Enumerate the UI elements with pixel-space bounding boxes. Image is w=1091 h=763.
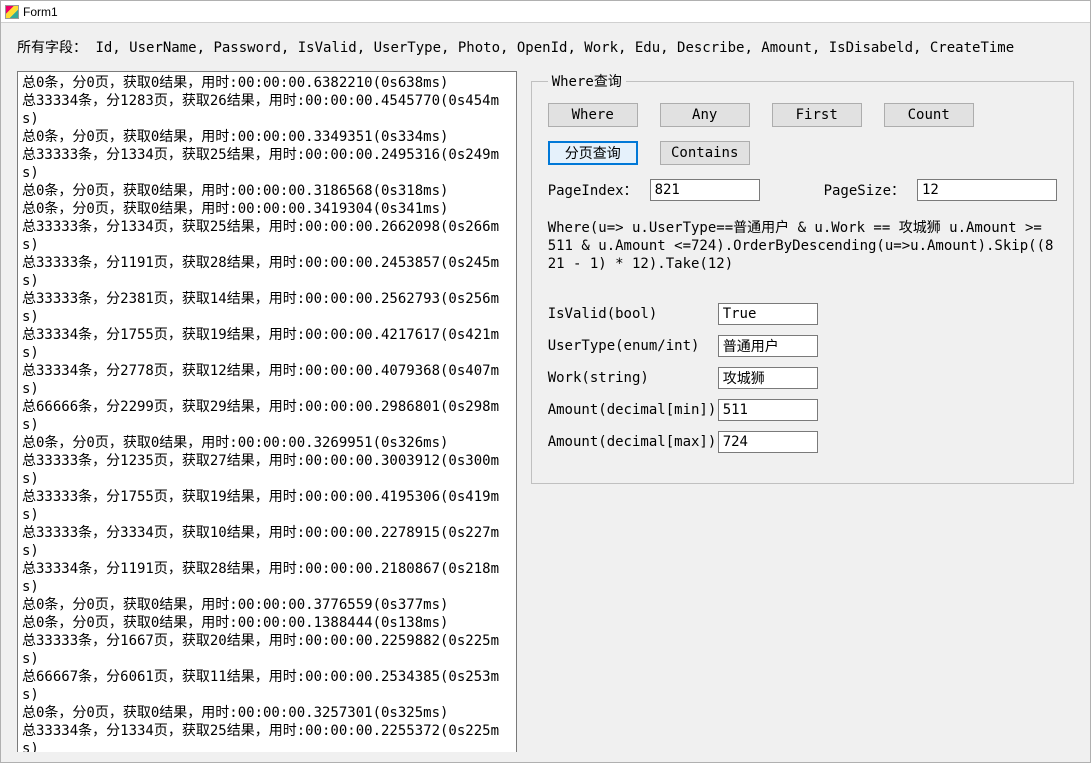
filter-work: Work(string) [548,367,1057,389]
groupbox-legend: Where查询 [548,71,626,91]
count-button[interactable]: Count [884,103,974,127]
query-expression: Where(u=> u.UserType==普通用户 & u.Work == 攻… [548,219,1057,273]
button-row-1: Where Any First Count [548,103,1057,127]
page-index-input[interactable] [650,179,760,201]
amount-min-input[interactable] [718,399,818,421]
usertype-label: UserType(enum/int) [548,338,718,354]
work-label: Work(string) [548,370,718,386]
window-title: Form1 [23,5,58,19]
app-icon [5,5,19,19]
filter-amount-min: Amount(decimal[min]) [548,399,1057,421]
paging-row: PageIndex： PageSize： [548,179,1057,201]
fields-row: 所有字段： Id, UserName, Password, IsValid, U… [17,33,1074,65]
usertype-input[interactable] [718,335,818,357]
amount-max-input[interactable] [718,431,818,453]
filter-amount-max: Amount(decimal[max]) [548,431,1057,453]
button-row-2: 分页查询 Contains [548,141,1057,165]
filter-isvalid: IsValid(bool) [548,303,1057,325]
filter-usertype: UserType(enum/int) [548,335,1057,357]
titlebar[interactable]: Form1 [1,1,1090,23]
isvalid-label: IsValid(bool) [548,306,718,322]
where-button[interactable]: Where [548,103,638,127]
client-area: 所有字段： Id, UserName, Password, IsValid, U… [1,23,1090,762]
amount-max-label: Amount(decimal[max]) [548,434,718,450]
paged-query-button[interactable]: 分页查询 [548,141,638,165]
main-row: 总0条，分0页，获取0结果，用时:00:00:00.6382210(0s638m… [17,71,1074,752]
fields-label: 所有字段： [17,40,87,56]
app-window: Form1 所有字段： Id, UserName, Password, IsVa… [0,0,1091,763]
work-input[interactable] [718,367,818,389]
page-index-label: PageIndex： [548,180,638,200]
fields-list: Id, UserName, Password, IsValid, UserTyp… [95,40,1014,56]
any-button[interactable]: Any [660,103,750,127]
isvalid-input[interactable] [718,303,818,325]
page-size-input[interactable] [917,179,1057,201]
right-column: Where查询 Where Any First Count 分页查询 Conta… [531,71,1074,752]
page-size-label: PageSize： [824,180,905,200]
first-button[interactable]: First [772,103,862,127]
contains-button[interactable]: Contains [660,141,750,165]
log-textbox[interactable]: 总0条，分0页，获取0结果，用时:00:00:00.6382210(0s638m… [17,71,517,752]
amount-min-label: Amount(decimal[min]) [548,402,718,418]
where-groupbox: Where查询 Where Any First Count 分页查询 Conta… [531,71,1074,484]
